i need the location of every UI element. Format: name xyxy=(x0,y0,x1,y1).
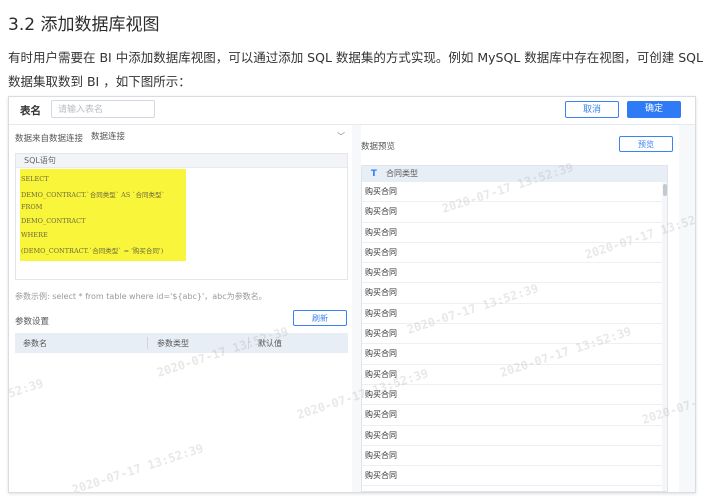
param-example: 参数示例: select * from table where id='${ab… xyxy=(15,292,267,301)
table-row: 购买合同 xyxy=(362,466,667,487)
param-col-default: 默认值 xyxy=(258,339,282,348)
column-divider xyxy=(248,337,249,349)
cancel-button[interactable]: 取消 xyxy=(565,101,619,118)
table-row: 购买合同 xyxy=(362,446,667,467)
preview-button[interactable]: 预览 xyxy=(619,136,673,152)
preview-table-header: T 合同类型 xyxy=(362,166,667,182)
doc-heading: 3.2 添加数据库视图 xyxy=(8,15,160,35)
table-row: 购买合同 xyxy=(362,344,667,365)
refresh-button[interactable]: 刷新 xyxy=(293,310,347,326)
table-row: 购买合同 xyxy=(362,182,667,203)
table-row: 购买合同 xyxy=(362,202,667,223)
table-row: 购买合同 xyxy=(362,405,667,426)
doc-paragraph: 有时用户需要在 BI 中添加数据库视图，可以通过添加 SQL 数据集的方式实现。… xyxy=(8,50,703,89)
column-header-contract-type: 合同类型 xyxy=(386,169,418,178)
sql-line: WHERE xyxy=(21,231,48,239)
sql-line: SELECT xyxy=(21,175,49,183)
table-row: 购买合同 xyxy=(362,263,667,284)
text-type-icon: T xyxy=(371,169,377,179)
table-row: 购买合同 xyxy=(362,385,667,406)
sql-line: DEMO_CONTRACT.`合同类型` AS `合同类型` xyxy=(21,191,165,199)
sql-dataset-screenshot: 表名 请输入表名 取消 确定 数据来自数据连接 数据连接 ﹀ SQL语句 SEL… xyxy=(8,96,696,493)
datasource-label: 数据来自数据连接 xyxy=(15,134,84,144)
top-bar: 表名 请输入表名 取消 确定 xyxy=(9,97,695,125)
datasource-value: 数据连接 xyxy=(91,132,126,142)
param-col-name: 参数名 xyxy=(23,339,47,348)
preview-rows: 购买合同 购买合同 购买合同 购买合同 购买合同 购买合同 购买合同 购买合同 … xyxy=(362,182,667,487)
preview-title: 数据预览 xyxy=(361,142,396,152)
sql-line: FROM xyxy=(21,203,43,211)
sql-header: SQL语句 xyxy=(16,154,347,168)
param-settings-label: 参数设置 xyxy=(15,317,50,327)
table-row: 购买合同 xyxy=(362,223,667,243)
table-row: 购买合同 xyxy=(362,365,667,385)
sql-editor-panel: 数据来自数据连接 数据连接 ﹀ SQL语句 SELECT DEMO_CONTRA… xyxy=(9,125,352,492)
param-col-type: 参数类型 xyxy=(157,339,189,348)
sql-line: (DEMO_CONTRACT.`合同类型` = '购买合同') xyxy=(21,247,164,255)
chevron-down-icon: ﹀ xyxy=(337,132,345,141)
scrollbar-thumb[interactable] xyxy=(663,184,667,196)
table-row: 购买合同 xyxy=(362,283,667,304)
table-row: 购买合同 xyxy=(362,243,667,264)
sql-editor[interactable]: SQL语句 SELECT DEMO_CONTRACT.`合同类型` AS `合同… xyxy=(15,153,348,280)
confirm-button[interactable]: 确定 xyxy=(627,101,681,118)
data-preview-panel: 数据预览 预览 T 合同类型 购买合同 购买合同 购买合同 购买合同 购买合同 … xyxy=(361,125,679,492)
param-table-header: 参数名 参数类型 默认值 xyxy=(15,333,348,353)
datasource-select[interactable]: 数据连接 ﹀ xyxy=(91,130,345,144)
table-name-label: 表名 xyxy=(20,105,41,117)
table-name-input[interactable]: 请输入表名 xyxy=(51,100,155,118)
column-divider xyxy=(147,337,148,349)
table-row: 购买合同 xyxy=(362,324,667,345)
table-row: 购买合同 xyxy=(362,304,667,325)
table-row: 购买合同 xyxy=(362,426,667,446)
preview-table: T 合同类型 购买合同 购买合同 购买合同 购买合同 购买合同 购买合同 购买合… xyxy=(361,165,668,492)
sql-line: DEMO_CONTRACT xyxy=(21,217,86,225)
preview-scrollbar[interactable] xyxy=(662,182,667,491)
